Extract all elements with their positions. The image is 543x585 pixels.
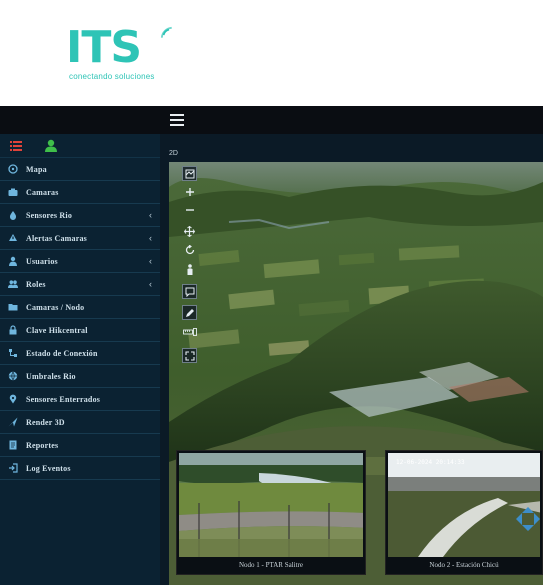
sidebar-item-label: Camaras bbox=[26, 187, 59, 197]
sidebar-item-sensores-rio[interactable]: Sensores Rio ‹ bbox=[0, 204, 160, 227]
camera-feed bbox=[179, 453, 363, 557]
chevron-left-icon: ‹ bbox=[149, 233, 152, 243]
hamburger-icon[interactable] bbox=[170, 114, 184, 126]
map-pin-icon bbox=[8, 164, 18, 174]
sidebar-item-umbrales-rio[interactable]: Umbrales Rio bbox=[0, 365, 160, 388]
fullscreen-icon[interactable] bbox=[182, 348, 197, 363]
signin-icon bbox=[9, 463, 18, 473]
top-navbar bbox=[0, 106, 543, 134]
draw-icon[interactable] bbox=[182, 305, 197, 320]
sidebar-item-label: Log Eventos bbox=[26, 463, 71, 473]
chevron-left-icon: ‹ bbox=[149, 210, 152, 220]
water-drop-icon bbox=[9, 211, 17, 220]
app-page: ITS conectando soluciones Mapa Camaras S… bbox=[0, 0, 543, 585]
pan-icon[interactable] bbox=[182, 224, 197, 239]
list-icon[interactable] bbox=[10, 141, 22, 151]
camera-icon bbox=[8, 188, 18, 196]
zoom-in-icon[interactable] bbox=[182, 184, 197, 199]
measure-icon[interactable] bbox=[182, 324, 197, 339]
sidebar-menu: Mapa Camaras Sensores Rio ‹ Alertas Cama… bbox=[0, 158, 160, 480]
user-icon[interactable] bbox=[44, 139, 58, 152]
sidebar-item-label: Usuarios bbox=[26, 256, 58, 266]
sidebar-item-label: Sensores Enterrados bbox=[26, 394, 101, 404]
camera-feed-image bbox=[179, 453, 363, 557]
street-view-icon[interactable] bbox=[182, 262, 197, 277]
globe-icon bbox=[8, 371, 18, 381]
sidebar-item-sensores-enterrados[interactable]: Sensores Enterrados bbox=[0, 388, 160, 411]
connection-icon bbox=[9, 349, 17, 357]
camera-feed: 12-06-2024 20:14:33 bbox=[388, 453, 540, 557]
camera-panel[interactable]: 12-06-2024 20:14:33 Nodo 2 - Estación Ch… bbox=[385, 450, 543, 575]
sidebar-item-log-eventos[interactable]: Log Eventos bbox=[0, 457, 160, 480]
layers-icon[interactable] bbox=[182, 166, 197, 181]
sidebar-item-render-3d[interactable]: Render 3D bbox=[0, 411, 160, 434]
camera-panel[interactable]: Nodo 1 - PTAR Salitre bbox=[176, 450, 366, 575]
sidebar-item-label: Estado de Conexión bbox=[26, 348, 98, 358]
rotate-icon[interactable] bbox=[182, 242, 197, 257]
camera-caption: Nodo 1 - PTAR Salitre bbox=[239, 561, 303, 569]
sidebar-item-label: Umbrales Rio bbox=[26, 371, 76, 381]
zoom-out-icon[interactable] bbox=[182, 202, 197, 217]
sidebar-item-camaras[interactable]: Camaras bbox=[0, 181, 160, 204]
camera-caption: Nodo 2 - Estación Chicú bbox=[429, 561, 499, 569]
sidebar-item-label: Camaras / Nodo bbox=[26, 302, 85, 312]
sidebar-item-roles[interactable]: Roles ‹ bbox=[0, 273, 160, 296]
alert-icon bbox=[9, 234, 17, 241]
sidebar-item-label: Render 3D bbox=[26, 417, 65, 427]
wifi-icon bbox=[160, 26, 172, 38]
brand-tagline: conectando soluciones bbox=[69, 72, 155, 81]
camera-timestamp: 12-06-2024 20:14:33 bbox=[396, 459, 465, 466]
camera-feed-image bbox=[388, 453, 540, 557]
brand-header: ITS conectando soluciones bbox=[0, 0, 543, 106]
sidebar-item-usuarios[interactable]: Usuarios ‹ bbox=[0, 250, 160, 273]
brand-logo[interactable]: ITS conectando soluciones bbox=[66, 24, 186, 88]
sidebar-item-alertas-camaras[interactable]: Alertas Camaras ‹ bbox=[0, 227, 160, 250]
sidebar-item-label: Reportes bbox=[26, 440, 59, 450]
sidebar-item-clave-hikcentral[interactable]: Clave Hikcentral bbox=[0, 319, 160, 342]
users-icon bbox=[8, 280, 18, 288]
send-icon bbox=[8, 417, 18, 427]
lock-icon bbox=[9, 325, 17, 335]
location-icon bbox=[9, 394, 17, 404]
sidebar-header bbox=[0, 134, 160, 158]
sidebar-item-reportes[interactable]: Reportes bbox=[0, 434, 160, 457]
sidebar-item-mapa[interactable]: Mapa bbox=[0, 158, 160, 181]
sidebar-item-label: Alertas Camaras bbox=[26, 233, 87, 243]
sidebar-item-label: Roles bbox=[26, 279, 46, 289]
sidebar-item-camaras-nodo[interactable]: Camaras / Nodo bbox=[0, 296, 160, 319]
sidebar-item-estado-conexion[interactable]: Estado de Conexión bbox=[0, 342, 160, 365]
view-mode-label: 2D bbox=[169, 150, 178, 157]
chevron-left-icon: ‹ bbox=[149, 279, 152, 289]
sidebar-item-label: Sensores Rio bbox=[26, 210, 73, 220]
chevron-left-icon: ‹ bbox=[149, 256, 152, 266]
sidebar: Mapa Camaras Sensores Rio ‹ Alertas Cama… bbox=[0, 134, 160, 585]
folder-icon bbox=[8, 304, 18, 311]
comment-icon[interactable] bbox=[182, 284, 197, 299]
sidebar-item-label: Mapa bbox=[26, 164, 47, 174]
sidebar-item-label: Clave Hikcentral bbox=[26, 325, 88, 335]
report-icon bbox=[9, 440, 17, 450]
brand-logo-text: ITS bbox=[66, 22, 142, 73]
user-icon bbox=[9, 256, 17, 266]
